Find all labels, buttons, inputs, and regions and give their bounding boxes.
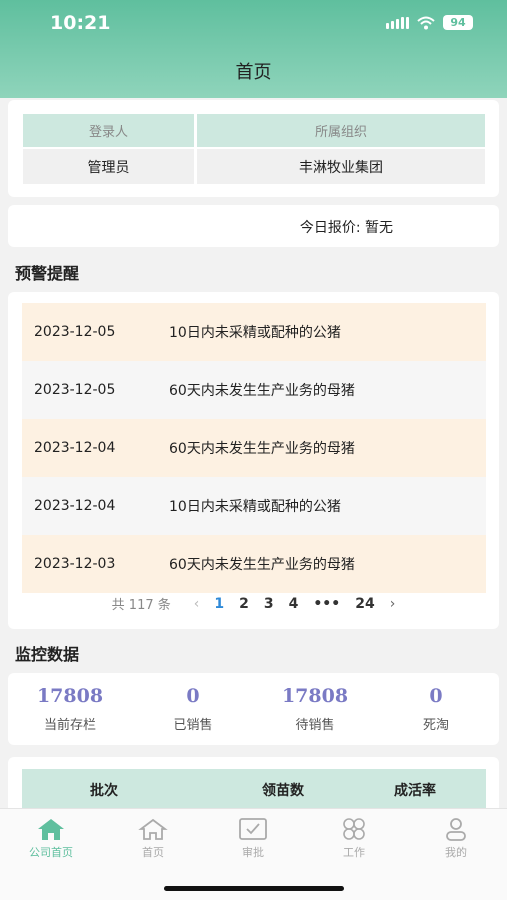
alert-description: 10日内未采精或配种的公猪 — [169, 499, 341, 515]
alert-date: 2023-12-05 — [34, 382, 116, 398]
stat-dead-culled[interactable]: 0 死淘 — [376, 681, 496, 733]
login-user-value: 管理员 — [23, 147, 194, 184]
status-icons: 94 — [386, 15, 473, 30]
tab-mine[interactable]: 我的 — [411, 817, 501, 860]
battery-icon: 94 — [443, 15, 473, 30]
alert-description: 60天内未发生生产业务的母猪 — [169, 441, 355, 457]
alert-row[interactable]: 2023-12-04 60天内未发生生产业务的母猪 — [22, 419, 486, 477]
user-icon — [446, 818, 466, 841]
stat-current-stock[interactable]: 17808 当前存栏 — [10, 681, 130, 733]
status-bar: 10:21 94 — [0, 0, 507, 46]
batch-col-header: 批次 — [90, 783, 118, 799]
alerts-section-title: 预警提醒 — [15, 264, 80, 283]
tab-work[interactable]: 工作 — [309, 817, 399, 860]
today-price-text: 今日报价: 暂无 — [299, 220, 393, 236]
tab-label: 审批 — [242, 846, 264, 859]
alert-row[interactable]: 2023-12-03 60天内未发生生产业务的母猪 — [22, 535, 486, 593]
status-time: 10:21 — [50, 12, 111, 34]
alert-date: 2023-12-05 — [34, 324, 116, 340]
tab-approval[interactable]: 审批 — [208, 817, 298, 860]
price-card: 今日报价: 暂无 — [8, 205, 499, 247]
pagination-ellipsis[interactable]: ••• — [313, 596, 340, 612]
seedling-count-col-header: 领苗数 — [262, 783, 304, 799]
login-org-header: 所属组织 — [197, 114, 485, 147]
monitor-card: 17808 当前存栏 0 已销售 17808 待销售 0 死淘 — [8, 673, 499, 745]
tab-label: 我的 — [445, 846, 467, 859]
stat-pending-sale[interactable]: 17808 待销售 — [255, 681, 375, 733]
pagination-prev-icon[interactable]: ‹ — [194, 596, 200, 612]
alert-date: 2023-12-04 — [34, 440, 116, 456]
alert-description: 10日内未采精或配种的公猪 — [169, 325, 341, 341]
alert-date: 2023-12-03 — [34, 556, 116, 572]
tab-label: 工作 — [343, 846, 365, 859]
stat-value: 0 — [186, 685, 200, 707]
alert-date: 2023-12-04 — [34, 498, 116, 514]
alert-description: 60天内未发生生产业务的母猪 — [169, 383, 355, 399]
alert-row[interactable]: 2023-12-05 60天内未发生生产业务的母猪 — [22, 361, 486, 419]
approve-check-icon — [239, 818, 267, 840]
stat-value: 0 — [429, 685, 443, 707]
page-2-button[interactable]: 2 — [239, 596, 249, 612]
login-info-card: 登录人 所属组织 管理员 丰淋牧业集团 — [8, 100, 499, 197]
stat-label: 当前存栏 — [43, 718, 96, 733]
stat-value: 17808 — [36, 685, 104, 707]
alert-row[interactable]: 2023-12-04 10日内未采精或配种的公猪 — [22, 477, 486, 535]
stat-sold[interactable]: 0 已销售 — [133, 681, 253, 733]
work-clover-icon — [343, 818, 365, 840]
wifi-icon — [417, 16, 435, 29]
login-info-table: 登录人 所属组织 管理员 丰淋牧业集团 — [23, 114, 485, 184]
tab-label: 公司首页 — [29, 846, 73, 859]
alerts-list: 2023-12-05 10日内未采精或配种的公猪 2023-12-05 60天内… — [22, 303, 486, 593]
page-4-button[interactable]: 4 — [289, 596, 299, 612]
page-title: 首页 — [235, 62, 272, 83]
alerts-card: 2023-12-05 10日内未采精或配种的公猪 2023-12-05 60天内… — [8, 292, 499, 629]
pagination: 共 117 条 ‹ 1 2 3 4 ••• 24 › — [8, 594, 499, 614]
tab-company-home[interactable]: 公司首页 — [6, 817, 96, 860]
tab-label: 首页 — [142, 846, 164, 859]
home-outline-icon — [138, 818, 168, 840]
alert-description: 60天内未发生生产业务的母猪 — [169, 557, 355, 573]
stat-label: 待销售 — [295, 718, 335, 733]
home-filled-icon — [38, 819, 64, 840]
alert-row[interactable]: 2023-12-05 10日内未采精或配种的公猪 — [22, 303, 486, 361]
pagination-next-icon[interactable]: › — [390, 596, 396, 612]
login-user-header: 登录人 — [23, 114, 194, 147]
signal-icon — [386, 16, 409, 29]
tab-home[interactable]: 首页 — [108, 817, 198, 860]
stat-label: 死淘 — [422, 718, 449, 733]
pagination-total: 共 117 条 — [111, 598, 171, 613]
login-org-value: 丰淋牧业集团 — [197, 147, 485, 184]
stat-value: 17808 — [281, 685, 349, 707]
monitor-section-title: 监控数据 — [15, 645, 80, 664]
batch-table-header: 批次 领苗数 成活率 — [22, 769, 486, 809]
page-24-button[interactable]: 24 — [355, 596, 374, 612]
survival-rate-col-header: 成活率 — [394, 783, 436, 799]
page-1-button[interactable]: 1 — [214, 596, 224, 612]
app-header: 10:21 94 首页 — [0, 0, 507, 98]
home-indicator[interactable] — [164, 886, 344, 891]
stat-label: 已销售 — [173, 718, 213, 733]
page-3-button[interactable]: 3 — [264, 596, 274, 612]
